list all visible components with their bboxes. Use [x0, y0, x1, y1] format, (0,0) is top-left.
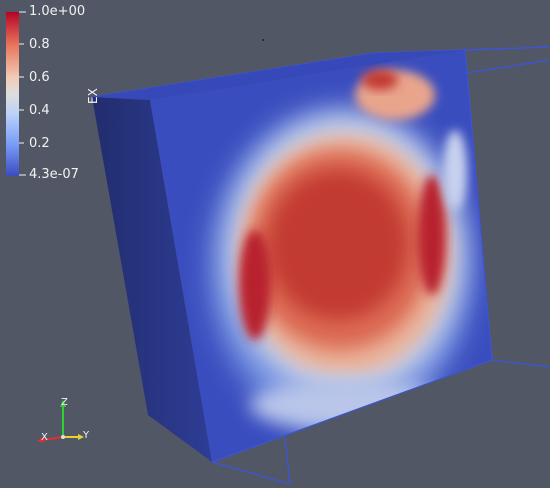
axis-label-y: Y — [83, 430, 90, 441]
colorbar-gradient — [6, 12, 19, 176]
colorbar-label-min: 4.3e-07 — [29, 167, 79, 182]
colorbar-label-max: 1.0e+00 — [29, 4, 86, 19]
axis-label-z: Z — [61, 397, 68, 408]
colorbar-ticks — [19, 11, 26, 176]
colorbar-label-0-4: 0.4 — [29, 103, 50, 118]
colorbar-label-0-2: 0.2 — [29, 136, 50, 151]
colorbar-label-0-6: 0.6 — [29, 70, 50, 85]
render-viewport[interactable]: 1.0e+00 0.8 0.6 0.4 0.2 4.3e-07 EX Z Y X — [0, 0, 550, 485]
colorbar-label-0-8: 0.8 — [29, 37, 50, 52]
axis-label-x: X — [41, 432, 48, 443]
scene-svg — [6, 11, 550, 485]
colorbar-title: EX — [86, 88, 100, 104]
